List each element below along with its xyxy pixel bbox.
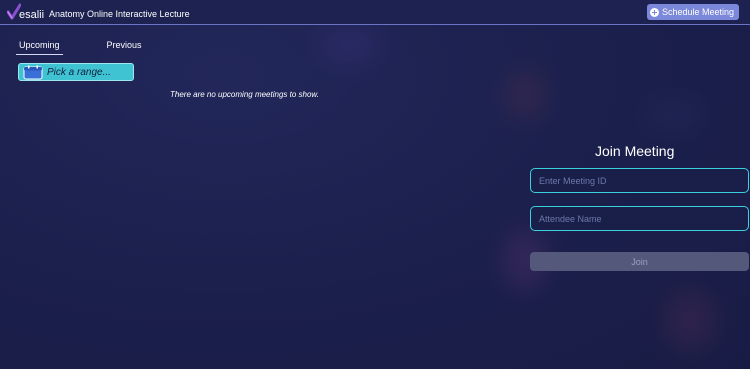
join-button[interactable]: Join xyxy=(530,252,749,271)
background-blur xyxy=(665,290,715,350)
header-bar: esalii Anatomy Online Interactive Lectur… xyxy=(0,0,750,25)
date-range-picker[interactable]: Pick a range... xyxy=(18,63,134,81)
app-title: Anatomy Online Interactive Lecture xyxy=(49,9,190,19)
tab-previous[interactable]: Previous xyxy=(104,38,145,55)
date-range-label: Pick a range... xyxy=(47,66,111,78)
background-blur xyxy=(320,30,380,60)
schedule-meeting-button[interactable]: Schedule Meeting xyxy=(646,4,739,20)
background-blur xyxy=(505,70,545,120)
meeting-id-input[interactable] xyxy=(530,168,749,193)
app-window: esalii Anatomy Online Interactive Lectur… xyxy=(0,0,750,369)
tab-upcoming[interactable]: Upcoming xyxy=(16,38,63,55)
empty-meetings-message: There are no upcoming meetings to show. xyxy=(170,90,319,99)
calendar-icon xyxy=(23,65,43,79)
logo: esalii xyxy=(7,2,44,22)
schedule-meeting-label: Schedule Meeting xyxy=(661,7,734,17)
plus-circle-icon xyxy=(649,7,659,17)
background-blur xyxy=(645,100,705,130)
attendee-name-input[interactable] xyxy=(530,206,749,231)
logo-text: esalii xyxy=(19,8,45,21)
meeting-tabs: Upcoming Previous xyxy=(16,38,145,55)
join-meeting-title: Join Meeting xyxy=(595,143,675,159)
